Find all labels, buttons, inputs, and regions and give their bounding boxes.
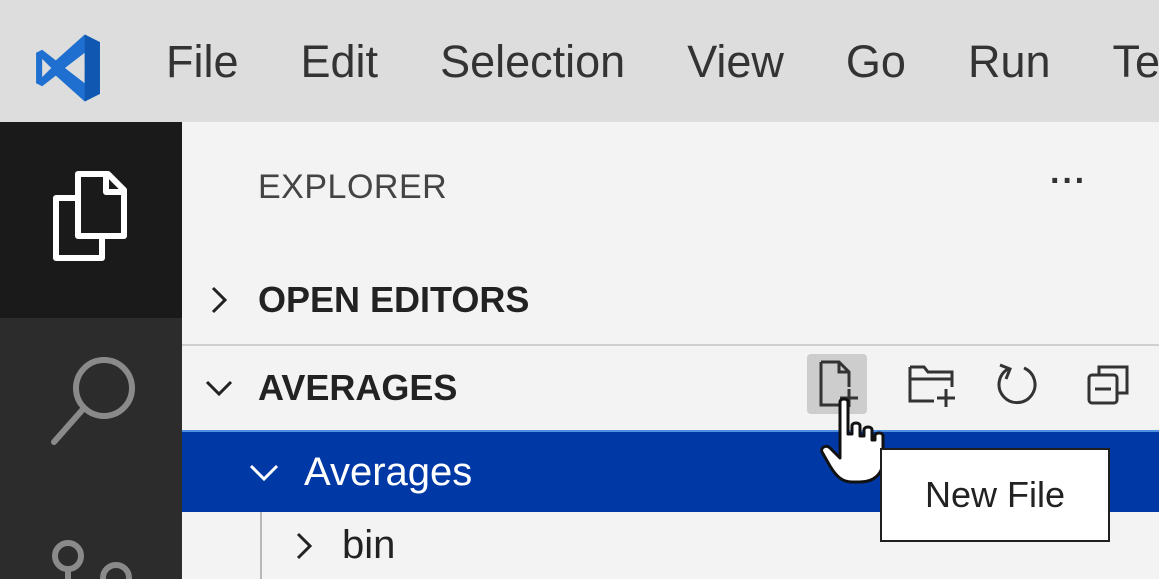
new-folder-button[interactable]	[902, 354, 962, 414]
refresh-button[interactable]	[988, 354, 1048, 414]
section-label: AVERAGES	[258, 367, 458, 408]
activity-bar	[0, 122, 182, 579]
tree-item-label: Averages	[304, 449, 473, 494]
menu-terminal[interactable]: Te	[1113, 39, 1159, 84]
hand-cursor-icon	[820, 397, 885, 484]
chevron-right-icon	[296, 532, 313, 559]
menu-run[interactable]: Run	[968, 39, 1051, 84]
menu-selection[interactable]: Selection	[440, 39, 625, 84]
vscode-logo-icon	[36, 34, 100, 102]
menu-file[interactable]: File	[166, 39, 239, 84]
chevron-down-icon	[205, 380, 233, 397]
source-control-icon[interactable]	[46, 534, 142, 579]
section-label: OPEN EDITORS	[258, 279, 530, 320]
new-folder-icon	[908, 365, 955, 407]
section-divider	[182, 344, 1159, 346]
more-actions-button[interactable]: ···	[1050, 162, 1087, 201]
collapse-all-button[interactable]	[1079, 354, 1139, 414]
refresh-icon	[997, 363, 1037, 405]
menu-edit[interactable]: Edit	[301, 39, 379, 84]
collapse-all-icon	[1087, 365, 1129, 405]
title-bar: File Edit Selection View Go Run Te	[0, 0, 1159, 122]
tree-item-label: bin	[342, 523, 396, 567]
chevron-down-icon	[249, 464, 279, 482]
chevron-right-icon	[211, 286, 228, 314]
menu-bar: File Edit Selection View Go Run Te	[166, 0, 1159, 122]
explorer-icon[interactable]	[46, 168, 132, 264]
section-open-editors[interactable]: OPEN EDITORS	[182, 268, 1159, 332]
search-icon[interactable]	[46, 352, 142, 448]
explorer-title: EXPLORER	[258, 168, 448, 206]
menu-view[interactable]: View	[687, 39, 784, 84]
menu-go[interactable]: Go	[846, 39, 906, 84]
new-file-tooltip: New File	[880, 448, 1110, 542]
